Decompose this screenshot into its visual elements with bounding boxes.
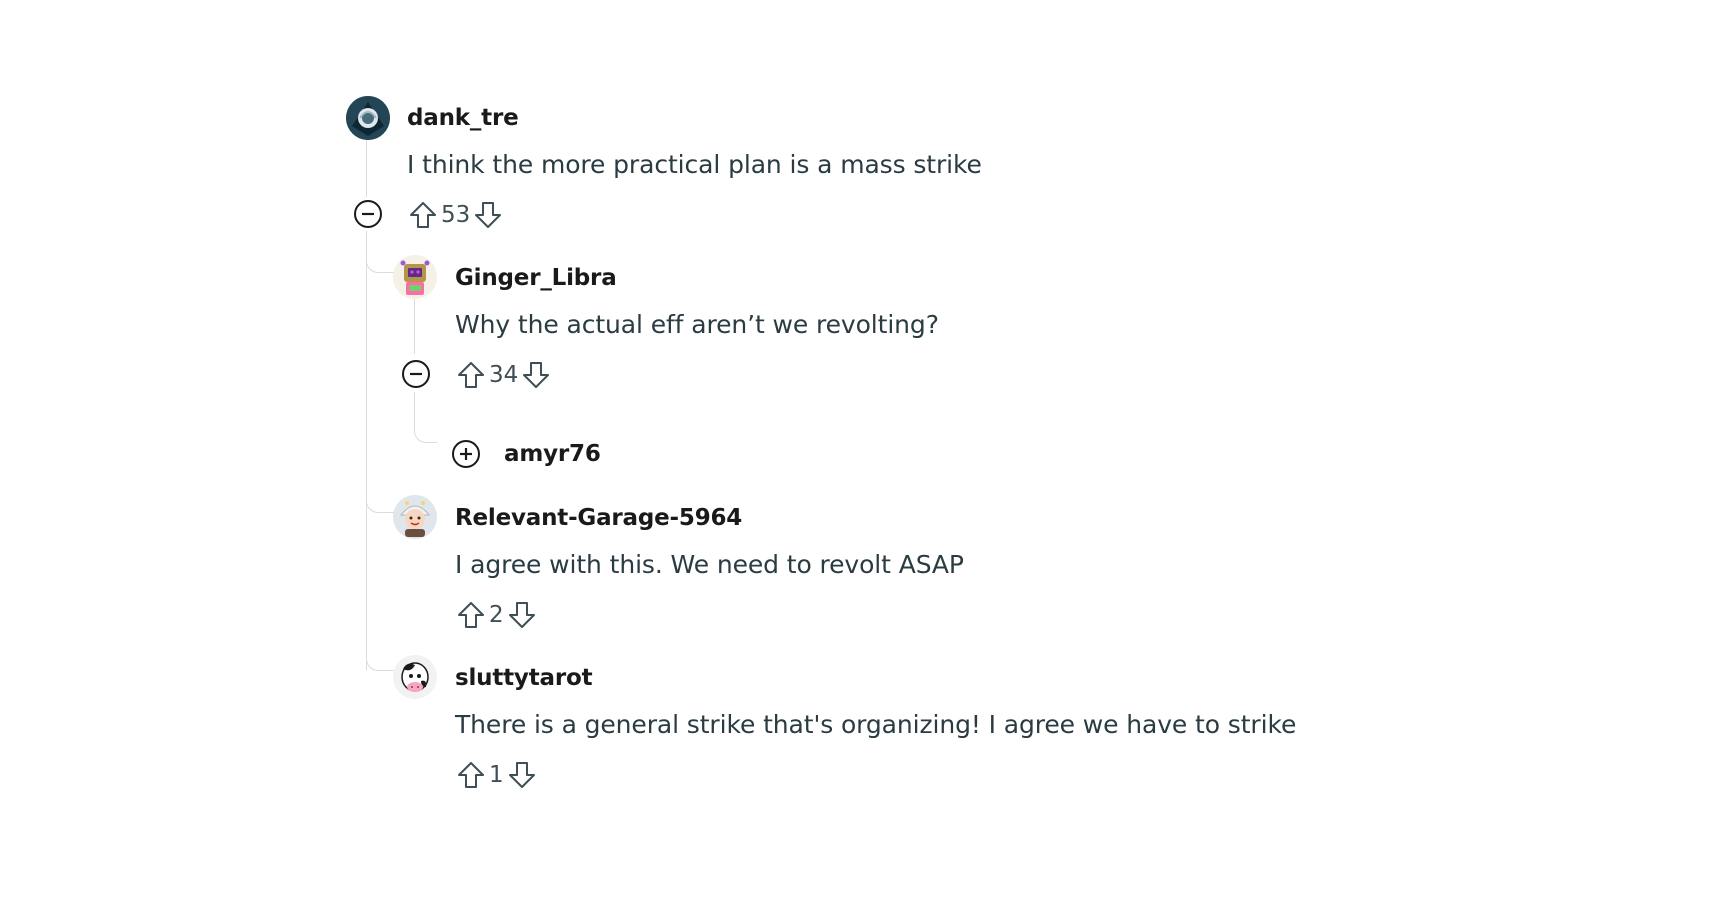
avatar-cow-character-icon (393, 655, 437, 699)
vote-bar: 34 (454, 355, 553, 395)
avatar[interactable] (393, 655, 437, 699)
minus-circle-icon (354, 200, 382, 228)
downvote-button[interactable] (519, 358, 553, 392)
downvote-button[interactable] (471, 198, 505, 232)
minus-circle-icon (402, 360, 430, 388)
downvote-arrow-icon (508, 602, 535, 628)
collapse-thread-button[interactable] (399, 357, 433, 391)
vote-count: 2 (489, 602, 504, 628)
comment-username[interactable]: amyr76 (504, 441, 601, 467)
upvote-button[interactable] (454, 358, 488, 392)
expand-thread-button[interactable] (449, 437, 483, 471)
comment-body: There is a general strike that's organiz… (455, 710, 1297, 739)
collapse-thread-button[interactable] (351, 197, 385, 231)
upvote-button[interactable] (454, 758, 488, 792)
upvote-arrow-icon (410, 202, 436, 228)
downvote-arrow-icon (475, 202, 502, 228)
plus-circle-icon (452, 440, 480, 468)
thread-line-root-to-reply[interactable] (366, 230, 395, 273)
comment-username[interactable]: Relevant-Garage-5964 (455, 505, 742, 531)
vote-count: 53 (441, 202, 471, 228)
thread-line-root-long[interactable] (366, 230, 367, 670)
thread-line-ginger[interactable] (414, 296, 415, 354)
comment-body: I think the more practical plan is a mas… (407, 150, 982, 179)
upvote-arrow-icon (458, 362, 484, 388)
avatar[interactable] (393, 255, 437, 299)
avatar[interactable] (393, 495, 437, 539)
vote-bar: 1 (454, 755, 539, 795)
avatar-helmet-character-icon (393, 495, 437, 539)
vote-count: 34 (489, 362, 519, 388)
downvote-arrow-icon (508, 762, 535, 788)
upvote-arrow-icon (458, 602, 484, 628)
comment-body: I agree with this. We need to revolt ASA… (455, 550, 964, 579)
vote-bar: 2 (454, 595, 539, 635)
vote-count: 1 (489, 762, 504, 788)
comment-username[interactable]: sluttytarot (455, 665, 593, 691)
avatar[interactable] (346, 96, 390, 140)
thread-connector-amyr (414, 392, 437, 443)
comment-body: Why the actual eff aren’t we revolting? (455, 310, 939, 339)
upvote-button[interactable] (454, 598, 488, 632)
thread-connector-slutty (366, 640, 395, 671)
avatar-robot-icon (393, 255, 437, 299)
thread-connector-relevant (366, 486, 395, 513)
upvote-button[interactable] (406, 198, 440, 232)
comment-username[interactable]: Ginger_Libra (455, 265, 617, 291)
upvote-arrow-icon (458, 762, 484, 788)
vote-bar: 53 (406, 195, 505, 235)
comment-username[interactable]: dank_tre (407, 105, 519, 131)
downvote-button[interactable] (505, 598, 539, 632)
avatar-dark-helmet-icon (346, 96, 390, 140)
downvote-button[interactable] (505, 758, 539, 792)
downvote-arrow-icon (523, 362, 550, 388)
